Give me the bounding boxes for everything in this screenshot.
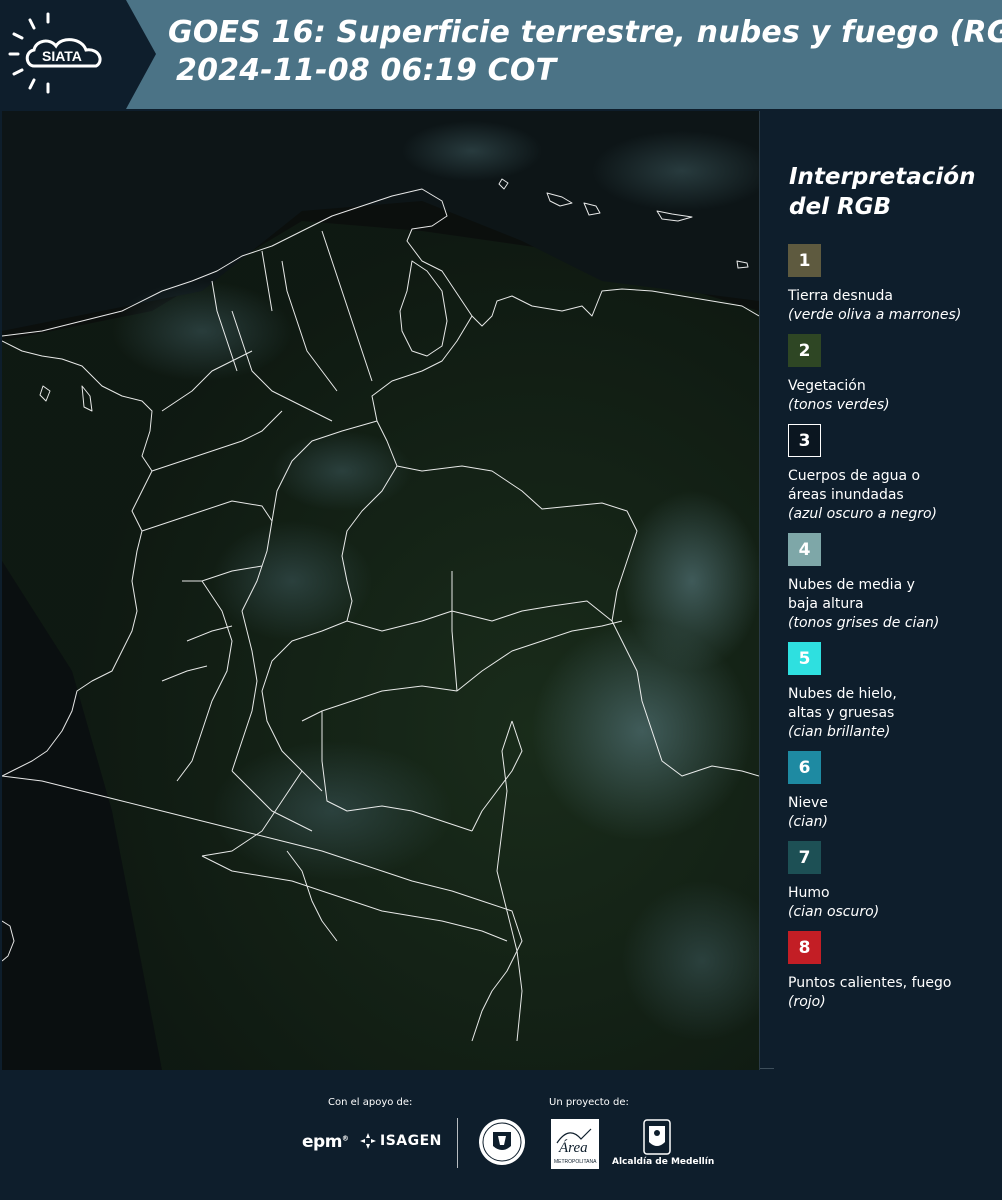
legend-title-line2: del RGB: [789, 194, 892, 220]
legend-item-sub: (tonos verdes): [788, 397, 890, 413]
siata-logo[interactable]: SIATA: [0, 0, 160, 109]
legend-item-label: Tierra desnuda: [788, 288, 893, 304]
area-logo-text: Área: [558, 1139, 588, 1156]
alcaldia-medellin-logo[interactable]: Alcaldía de Medellín: [612, 1118, 715, 1170]
legend-swatch-3: 3: [788, 424, 821, 457]
area-logo-sub: METROPOLITANA: [554, 1159, 597, 1165]
support-label: Con el apoyo de:: [328, 1097, 413, 1108]
map-legend-divider: [760, 1068, 774, 1069]
alcaldia-text: Alcaldía de Medellín: [612, 1157, 715, 1167]
legend-item-sub: (verde oliva a marrones): [788, 307, 962, 323]
isagen-logo-text: ISAGEN: [380, 1133, 442, 1149]
epm-logo[interactable]: epm®: [302, 1132, 349, 1152]
legend-swatch-6: 6: [788, 751, 821, 784]
legend-swatch-5: 5: [788, 642, 821, 675]
legend-title: Interpretación del RGB: [789, 162, 975, 222]
header-bar: SIATA GOES 16: Superficie terrestre, nub…: [0, 0, 1002, 109]
satellite-map[interactable]: [2, 111, 760, 1070]
legend-swatch-1: 1: [788, 244, 821, 277]
legend-item-nubes-media: 4 Nubes de media y baja altura (tonos gr…: [788, 533, 998, 633]
legend-item-cuerpos-de-agua: 3 Cuerpos de agua o áreas inundadas (azu…: [788, 424, 998, 524]
footer-separator: [457, 1118, 458, 1168]
legend-item-sub: (cian brillante): [788, 724, 891, 740]
legend-item-sub: (cian oscuro): [788, 904, 880, 920]
area-metropolitana-logo[interactable]: Área METROPOLITANA: [551, 1119, 599, 1169]
legend-item-sub: (rojo): [788, 994, 826, 1010]
legend-item-tierra-desnuda: 1 Tierra desnuda (verde oliva a marrones…: [788, 244, 998, 325]
university-seal-icon[interactable]: [478, 1118, 526, 1166]
siata-logo-text: SIATA: [42, 48, 82, 64]
legend-item-nubes-hielo: 5 Nubes de hielo, altas y gruesas (cian …: [788, 642, 998, 742]
legend-swatch-4: 4: [788, 533, 821, 566]
legend-swatch-8: 8: [788, 931, 821, 964]
isagen-logo[interactable]: ISAGEN: [360, 1133, 442, 1149]
legend-item-label: Nubes de hielo, altas y gruesas: [788, 686, 897, 721]
epm-logo-text: epm: [302, 1132, 342, 1152]
title-line-datetime: 2024-11-08 06:19 COT: [176, 53, 557, 88]
legend-item-label: Cuerpos de agua o áreas inundadas: [788, 468, 921, 503]
legend-panel: Interpretación del RGB 1 Tierra desnuda …: [760, 110, 1002, 1070]
isagen-icon: [360, 1133, 376, 1149]
legend-item-puntos-calientes: 8 Puntos calientes, fuego (rojo): [788, 931, 998, 1012]
title-line-product: GOES 16: Superficie terrestre, nubes y f…: [168, 15, 1002, 50]
coat-of-arms-icon: [643, 1119, 671, 1155]
legend-item-label: Humo: [788, 885, 830, 901]
legend-item-label: Nieve: [788, 795, 828, 811]
legend-item-humo: 7 Humo (cian oscuro): [788, 841, 998, 922]
legend-item-label: Vegetación: [788, 378, 866, 394]
legend-item-label: Puntos calientes, fuego: [788, 975, 952, 991]
legend-item-nieve: 6 Nieve (cian): [788, 751, 998, 832]
footer: Con el apoyo de: Un proyecto de: epm® IS…: [0, 1070, 1002, 1200]
page-title: GOES 16: Superficie terrestre, nubes y f…: [168, 14, 1002, 90]
project-label: Un proyecto de:: [549, 1097, 629, 1108]
legend-item-sub: (azul oscuro a negro): [788, 506, 937, 522]
legend-item-sub: (cian): [788, 814, 828, 830]
legend-swatch-7: 7: [788, 841, 821, 874]
legend-item-label: Nubes de media y baja altura: [788, 577, 915, 612]
legend-item-sub: (tonos grises de cian): [788, 615, 940, 631]
legend-item-vegetacion: 2 Vegetación (tonos verdes): [788, 334, 998, 415]
legend-title-line1: Interpretación: [789, 164, 976, 190]
legend-swatch-2: 2: [788, 334, 821, 367]
